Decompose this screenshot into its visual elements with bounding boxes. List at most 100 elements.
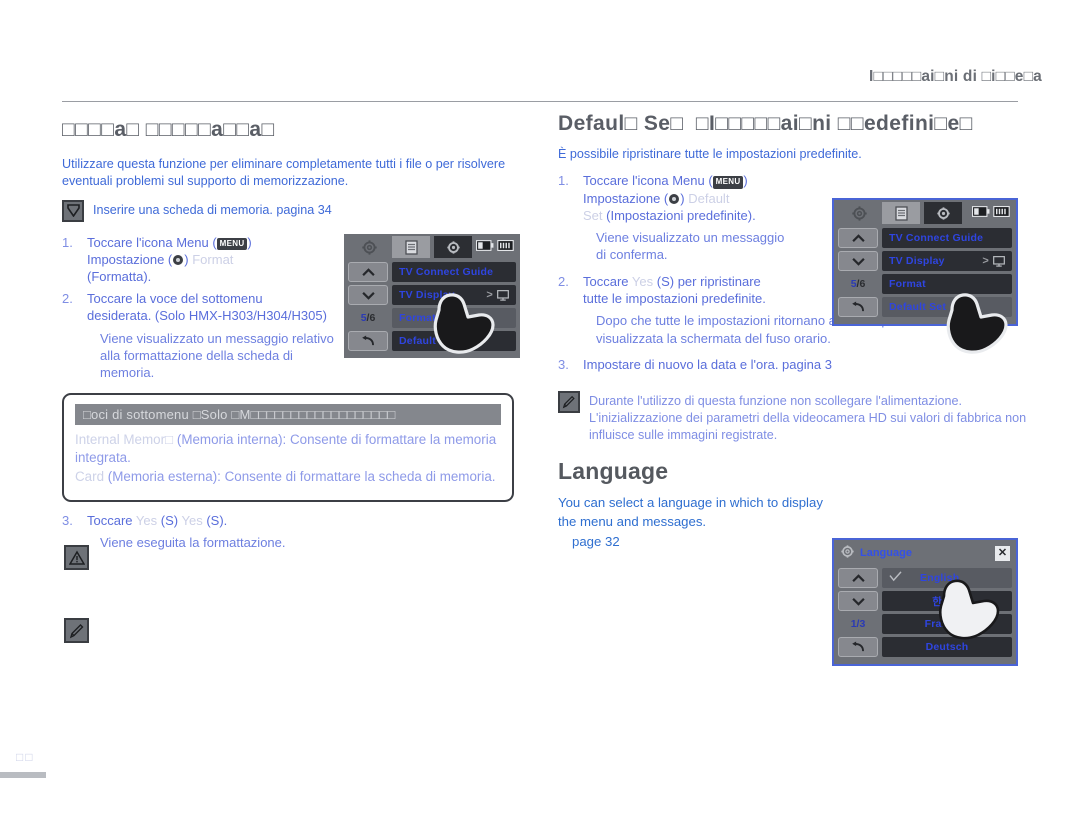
rstep1-default-label: Default (688, 190, 730, 206)
language-item-korean[interactable]: 한국어 (882, 591, 1012, 611)
chevron-up-icon[interactable] (838, 568, 878, 588)
level-icon (993, 204, 1010, 222)
step-number: 3. (558, 356, 569, 372)
menu-row: 한국어 (838, 591, 1012, 611)
step3-s2: (S). (206, 512, 228, 528)
chevron-down-icon[interactable] (348, 285, 388, 305)
rstep1-line2-pre: Impostazione ( (583, 190, 669, 206)
back-arrow-icon[interactable] (348, 331, 388, 351)
menu-item-format[interactable]: Format (882, 274, 1012, 294)
step3-pre: Toccare (87, 512, 133, 528)
footer-rule (0, 772, 46, 778)
right-steps: 1. Toccare l'icona Menu (MENU) Impostazi… (558, 172, 834, 223)
menu-row: TV Display > (838, 251, 1012, 271)
menu-item-tv-connect-guide[interactable]: TV Connect Guide (392, 262, 516, 282)
chevron-down-icon[interactable] (838, 591, 878, 611)
tv-icon (497, 289, 509, 301)
menu-row: English (838, 568, 1012, 588)
back-arrow-icon[interactable] (838, 637, 878, 657)
menu-item-tv-connect-guide[interactable]: TV Connect Guide (882, 228, 1012, 248)
language-item-english-label: English (920, 572, 960, 584)
gear-outline-icon (840, 544, 855, 562)
menu-item-default-set[interactable]: Default Set (882, 297, 1012, 317)
step1-line1-pre: Toccare l'icona Menu ( (87, 234, 217, 250)
list-icon[interactable] (392, 236, 430, 258)
language-screen-title: Language (860, 547, 912, 559)
menu-row: TV Display > (348, 285, 516, 305)
left-lead-text: Utilizzare questa funzione per eliminare… (62, 157, 506, 189)
rstep3-line1: Impostare di nuovo la data e l'ora. pagi… (583, 356, 832, 372)
step3-s1: (S) (160, 512, 179, 528)
status-indicators (972, 204, 1010, 222)
menu-item-tv-display-label: TV Display (889, 255, 945, 267)
default-set-menu-screen[interactable]: TV Connect Guide TV Display > 5/6 Format (832, 198, 1018, 354)
right-note-text: Durante l'utilizzo di questa funzione no… (589, 393, 1027, 442)
menu-row: Default Set (838, 297, 1012, 317)
submenu-item-label: Card (75, 469, 105, 485)
menu-item-default-set[interactable]: Default Set (392, 331, 516, 351)
lcd-top-bar (344, 234, 520, 260)
menu-row: Deutsch (838, 637, 1012, 657)
gear-filled-icon[interactable] (924, 202, 962, 224)
step-number: 2. (62, 291, 73, 307)
step3-yes-label-2: Yes (181, 512, 203, 528)
step2-line1: Toccare la voce del sottomenu (87, 291, 263, 307)
step-number: 1. (62, 234, 73, 250)
menu-row: 1/3 Français (838, 614, 1012, 634)
right-steps-2: 2. Toccare Yes (S) per ripristinare tutt… (558, 273, 834, 307)
left-steps-cont: 3. Toccare Yes (S) Yes (S). (62, 512, 540, 529)
step1-line2-mid: ) (184, 251, 189, 267)
card-insert-icon (62, 199, 84, 222)
status-indicators (476, 238, 514, 256)
rstep1-line3: (Impostazioni predefinite). (606, 207, 756, 223)
language-body-text: You can select a language in which to di… (558, 494, 823, 529)
list-icon[interactable] (882, 202, 920, 224)
close-icon[interactable]: ✕ (995, 545, 1010, 561)
level-icon (497, 238, 514, 256)
chevron-up-icon[interactable] (838, 228, 878, 248)
menu-item-format[interactable]: Format (392, 308, 516, 328)
menu-pill-icon: MENU (216, 237, 248, 251)
gear-outline-icon[interactable] (840, 202, 878, 224)
right-note: Durante l'utilizzo di questa funzione no… (558, 390, 1038, 444)
gear-icon (172, 253, 184, 265)
gear-filled-icon[interactable] (434, 236, 472, 258)
rstep2-yes-label: Yes (631, 274, 654, 290)
page-indicator-total: /6 (856, 278, 866, 290)
chevron-up-icon[interactable] (348, 262, 388, 282)
gear-icon (668, 192, 680, 204)
language-item-francais[interactable]: Français (882, 614, 1012, 634)
menu-row: TV Connect Guide (348, 262, 516, 282)
menu-row: Default Set (348, 331, 516, 351)
gear-outline-icon[interactable] (350, 236, 388, 258)
language-section-title: Language (558, 457, 669, 484)
page-indicator: 1/3 (838, 614, 878, 634)
tv-display-value: > (982, 255, 1005, 267)
step1-line1-post: ) (247, 234, 252, 250)
language-menu-screen[interactable]: Language ✕ English 한국어 1/3 Français Deut… (832, 538, 1018, 666)
language-item-deutsch[interactable]: Deutsch (882, 637, 1012, 657)
submenu-items-box: □oci di sottomenu □Solo □M□□□□□□□□□□□□□□… (62, 393, 514, 502)
page-indicator-total: /3 (856, 618, 866, 630)
page-indicator-total: /6 (366, 312, 376, 324)
language-item-english[interactable]: English (882, 568, 1012, 588)
insert-card-note-text: Inserire una scheda di memoria. pagina 3… (93, 202, 332, 217)
left-step2-sub: Viene visualizzato un messaggio relativo… (100, 330, 334, 380)
menu-item-tv-display[interactable]: TV Display > (882, 251, 1012, 271)
header-rule (62, 101, 1018, 102)
step-number: 1. (558, 173, 569, 189)
rstep1-line2-mid: ) (680, 190, 685, 206)
left-step3-sub: Viene eseguita la formattazione. (100, 534, 286, 550)
lcd-menu-body: TV Connect Guide TV Display > 5/6 Format (834, 226, 1016, 324)
back-arrow-icon[interactable] (838, 297, 878, 317)
rstep2-pre: Toccare (583, 274, 629, 290)
format-menu-screen[interactable]: TV Connect Guide TV Display > 5/6 Format (344, 234, 520, 358)
chevron-down-icon[interactable] (838, 251, 878, 271)
warning-triangle-icon (64, 545, 89, 570)
rstep1-post: ) (743, 173, 748, 189)
right-lead-text: È possibile ripristinare tutte le impost… (558, 147, 862, 161)
step-number: 3. (62, 512, 73, 528)
right-step1-sub: Viene visualizzato un messaggio di confe… (596, 229, 785, 262)
menu-item-tv-display[interactable]: TV Display > (392, 285, 516, 305)
step2-line2: desiderata. (Solo HMX-H303/H304/H305) (87, 308, 327, 324)
